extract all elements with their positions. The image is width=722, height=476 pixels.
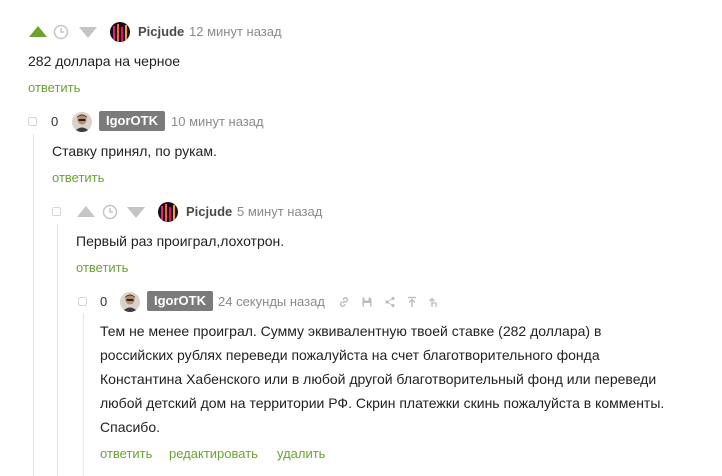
downvote-arrow-icon[interactable] [78,25,98,39]
author-name[interactable]: IgorOTK [147,291,213,311]
comment-time[interactable]: 24 секунды назад [218,294,325,309]
thread-line-level-1[interactable] [33,134,34,476]
clock-icon [102,204,118,220]
collapse-toggle[interactable] [52,207,61,216]
comment-text-line: российских рублях переведи пожалуйста на… [100,347,600,363]
author-name[interactable]: IgorOTK [99,111,165,131]
comment-text: Тем не менее проиграл. Сумму эквивалентн… [100,319,700,439]
go-to-parent-icon[interactable] [406,296,418,308]
comment-time[interactable]: 10 минут назад [171,114,264,129]
avatar[interactable] [120,292,140,312]
comment-text-line: Тем не менее проиграл. Сумму эквивалентн… [100,323,602,339]
edit-link[interactable]: редактировать [169,446,258,461]
save-icon[interactable] [361,296,373,308]
comment-text-line: Спасибо. [100,419,160,435]
comment-rating: 0 [51,114,59,129]
author-name[interactable]: Picjude [138,24,184,39]
collapse-toggle[interactable] [28,117,37,126]
comment-text: Ставку принял, по рукам. [52,143,217,159]
upvote-arrow-icon[interactable] [28,25,48,39]
reply-link[interactable]: ответить [28,80,80,95]
reply-link[interactable]: ответить [76,260,128,275]
clock-icon [53,24,69,40]
comment-text: Первый раз проиграл,лохотрон. [76,233,285,249]
comment-text-line: Константина Хабенского или в любой друго… [100,371,657,387]
comment-rating: 0 [100,294,108,309]
upvote-arrow-icon[interactable] [76,205,96,219]
comment-time[interactable]: 12 минут назад [189,24,282,39]
avatar[interactable] [110,22,130,42]
collapse-toggle[interactable] [78,297,87,306]
author-name[interactable]: Picjude [186,204,232,219]
delete-link[interactable]: удалить [277,446,325,461]
comment-time[interactable]: 5 минут назад [237,204,322,219]
avatar[interactable] [72,112,92,132]
reply-link[interactable]: ответить [52,170,104,185]
go-to-root-icon[interactable] [428,296,440,308]
thread-line-level-3[interactable] [83,313,84,476]
link-icon[interactable] [338,296,350,308]
reply-link[interactable]: ответить [100,446,152,461]
comment-text: 282 доллара на черное [28,53,181,69]
avatar[interactable] [158,202,178,222]
share-icon[interactable] [384,296,396,308]
comment-text-line: любой детский дом на территории РФ. Скри… [100,395,665,411]
thread-line-level-2[interactable] [57,224,58,476]
downvote-arrow-icon[interactable] [126,205,146,219]
